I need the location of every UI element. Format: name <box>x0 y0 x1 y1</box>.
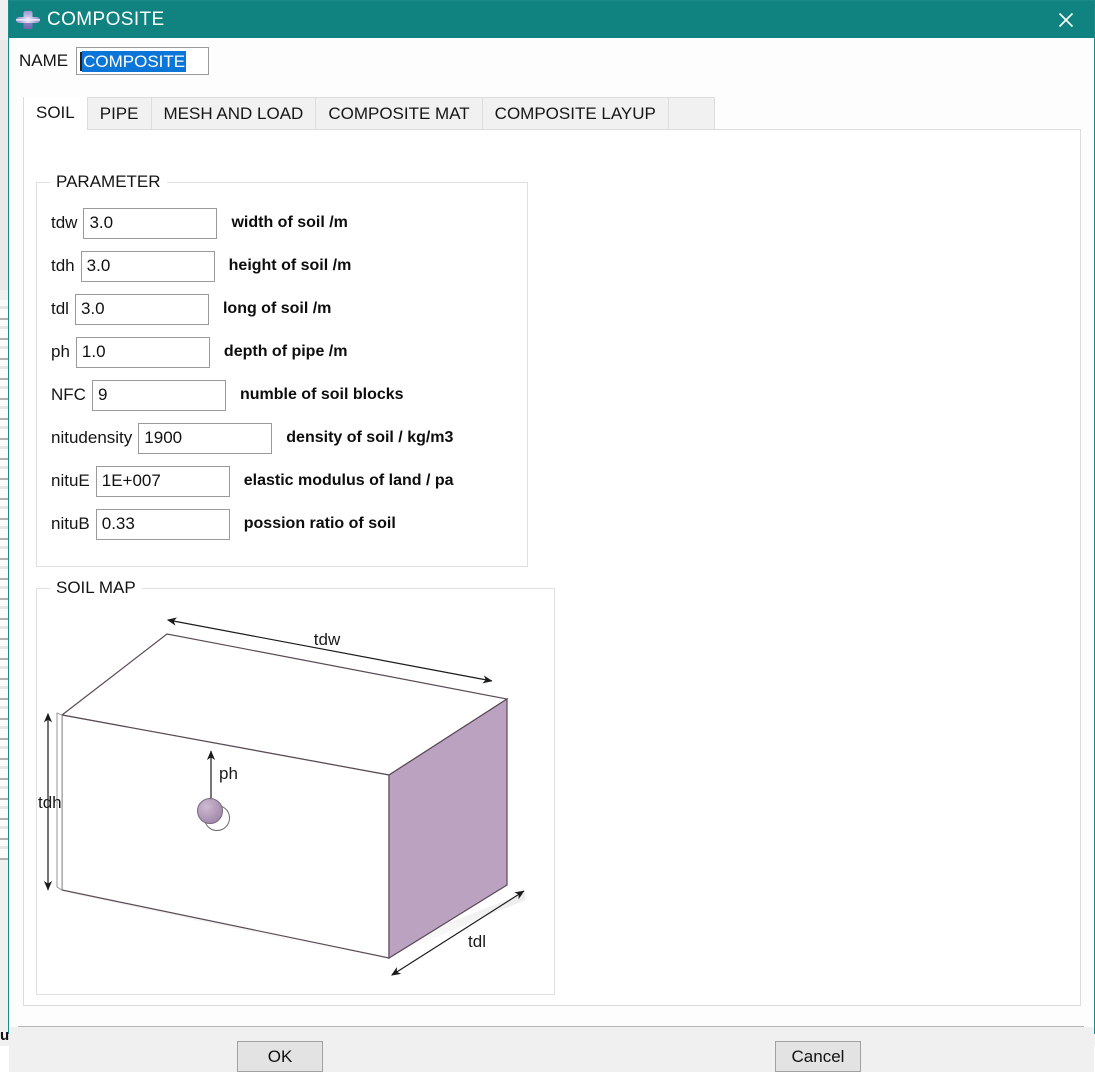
param-label-ph: ph <box>51 342 70 361</box>
ph-label: ph <box>219 764 238 783</box>
tdw-label: tdw <box>314 630 341 649</box>
param-desc-nitue: elastic modulus of land / pa <box>243 472 454 489</box>
param-row-nitue: nituE 1E+007 elastic modulus of land / p… <box>51 465 454 497</box>
param-input-nitub[interactable]: 0.33 <box>95 508 230 540</box>
param-row-nfc: NFC 9 numble of soil blocks <box>51 379 404 411</box>
param-input-ph[interactable]: 1.0 <box>75 336 210 368</box>
composite-dialog: COMPOSITE NAME COMPOSITE SOIL PIPE MESH … <box>8 0 1095 1072</box>
param-row-nitub: nituB 0.33 possion ratio of soil <box>51 508 396 540</box>
tab-panel-soil: PARAMETER tdw 3.0 width of soil /m tdh 3… <box>23 129 1081 1006</box>
pipe-circle <box>197 798 223 824</box>
dialog-title: COMPOSITE <box>47 8 165 30</box>
param-desc-tdl: long of soil /m <box>222 300 332 317</box>
tab-mesh-and-load[interactable]: MESH AND LOAD <box>152 98 317 130</box>
parameter-group-title: PARAMETER <box>50 172 167 192</box>
name-label: NAME <box>19 51 69 70</box>
tab-pipe[interactable]: PIPE <box>88 98 152 130</box>
param-row-tdw: tdw 3.0 width of soil /m <box>51 207 348 239</box>
param-desc-nitudensity: density of soil / kg/m3 <box>286 429 454 446</box>
param-label-tdl: tdl <box>51 299 69 318</box>
tdl-label: tdl <box>468 932 486 951</box>
param-row-nitudensity: nitudensity 1900 density of soil / kg/m3 <box>51 422 453 454</box>
composite-cross-icon <box>15 9 41 31</box>
param-input-nitue[interactable]: 1E+007 <box>95 465 230 497</box>
param-desc-tdh: height of soil /m <box>228 257 352 274</box>
param-desc-nfc: numble of soil blocks <box>239 386 404 403</box>
soil-map-group-title: SOIL MAP <box>50 578 142 598</box>
param-label-nitue: nituE <box>51 471 90 490</box>
param-input-nitudensity[interactable]: 1900 <box>138 422 273 454</box>
param-label-nitub: nituB <box>51 514 90 533</box>
param-desc-tdw: width of soil /m <box>231 214 348 231</box>
soil-map-diagram: tdw tdh tdl ph <box>38 617 525 976</box>
name-row: NAME COMPOSITE <box>19 47 210 75</box>
name-input[interactable]: COMPOSITE <box>76 47 210 75</box>
param-row-tdl: tdl 3.0 long of soil /m <box>51 293 331 325</box>
dialog-titlebar: COMPOSITE <box>9 1 1094 38</box>
tdh-label: tdh <box>38 793 62 812</box>
name-input-value: COMPOSITE <box>82 50 187 72</box>
soil-map-group: SOIL MAP tdw tdh tdl ph <box>36 578 555 995</box>
param-row-ph: ph 1.0 depth of pipe /m <box>51 336 347 368</box>
param-desc-nitub: possion ratio of soil <box>243 515 396 532</box>
param-label-tdw: tdw <box>51 213 78 232</box>
param-label-tdh: tdh <box>51 256 75 275</box>
param-label-nfc: NFC <box>51 385 86 404</box>
param-row-tdh: tdh 3.0 height of soil /m <box>51 250 351 282</box>
param-input-tdw[interactable]: 3.0 <box>83 207 218 239</box>
parameter-group: PARAMETER tdw 3.0 width of soil /m tdh 3… <box>36 172 528 567</box>
dialog-body: NAME COMPOSITE SOIL PIPE MESH AND LOAD C… <box>9 38 1094 1072</box>
param-input-tdh[interactable]: 3.0 <box>80 250 215 282</box>
tab-bar: SOIL PIPE MESH AND LOAD COMPOSITE MAT CO… <box>23 97 715 130</box>
tab-composite-mat[interactable]: COMPOSITE MAT <box>316 98 483 130</box>
tab-composite-layup[interactable]: COMPOSITE LAYUP <box>483 98 669 130</box>
param-desc-ph: depth of pipe /m <box>223 343 348 360</box>
param-input-tdl[interactable]: 3.0 <box>74 293 209 325</box>
param-input-nfc[interactable]: 9 <box>91 379 226 411</box>
param-label-nitudensity: nitudensity <box>51 428 133 447</box>
dialog-footer: OK Cancel <box>9 1027 1094 1072</box>
close-icon[interactable] <box>1038 1 1094 38</box>
tab-soil[interactable]: SOIL <box>23 97 88 130</box>
